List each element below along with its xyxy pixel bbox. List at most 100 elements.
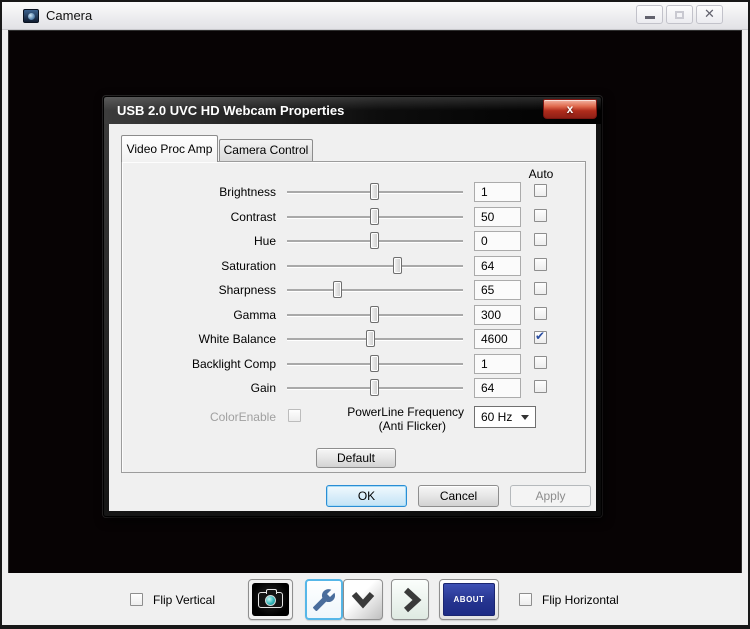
slider[interactable]: [287, 205, 463, 229]
tab-camera-control[interactable]: Camera Control: [219, 139, 313, 162]
slider-thumb[interactable]: [370, 207, 379, 225]
slider-thumb[interactable]: [370, 379, 379, 396]
slider-row: Contrast 50: [122, 205, 585, 229]
close-icon: ✕: [704, 7, 715, 22]
slider-thumb[interactable]: [392, 256, 402, 274]
window-title: Camera: [46, 8, 93, 23]
video-proc-amp-pane: Auto Brightness 1 Contrast 50 Hue 0 Satu…: [121, 161, 586, 473]
slider-thumb[interactable]: [370, 183, 379, 200]
default-button[interactable]: Default: [316, 448, 396, 468]
slider-label: Gain: [250, 381, 276, 395]
auto-checkbox[interactable]: [534, 282, 547, 295]
auto-checkbox[interactable]: [534, 208, 547, 222]
dropdown-arrow-icon: [521, 415, 529, 420]
dialog-title: USB 2.0 UVC HD Webcam Properties: [117, 103, 345, 118]
slider-row: Gamma 300: [122, 303, 585, 327]
snapshot-button[interactable]: [248, 579, 293, 620]
flip-vertical-checkbox[interactable]: [130, 593, 143, 606]
maximize-button[interactable]: [666, 5, 693, 24]
dialog-titlebar: USB 2.0 UVC HD Webcam Properties: [104, 97, 601, 124]
slider-label: Sharpness: [218, 283, 276, 297]
powerline-frequency-label: PowerLine Frequency (Anti Flicker): [347, 405, 464, 433]
slider[interactable]: [287, 303, 463, 327]
slider-row: Saturation 64: [122, 254, 585, 278]
auto-column-header: Auto: [528, 167, 554, 181]
auto-checkbox[interactable]: [534, 355, 547, 369]
slider-thumb[interactable]: [333, 281, 343, 298]
slider[interactable]: [287, 376, 463, 400]
color-enable-label: ColorEnable: [209, 410, 276, 424]
slider-value-input[interactable]: 0: [474, 231, 521, 251]
slider-track: [287, 264, 463, 267]
auto-checkbox[interactable]: [534, 329, 547, 344]
webcam-properties-dialog: USB 2.0 UVC HD Webcam Properties x Video…: [103, 96, 602, 517]
slider-value-input[interactable]: 300: [474, 304, 521, 325]
about-button-label: ABOUT: [443, 583, 495, 616]
chevron-down-icon: [351, 591, 375, 608]
auto-checkbox[interactable]: [534, 233, 547, 246]
window-controls: ✕: [636, 5, 723, 24]
cancel-button[interactable]: Cancel: [418, 485, 499, 507]
camera-icon: [252, 583, 289, 616]
slider-value-input[interactable]: 65: [474, 280, 521, 300]
slider-thumb[interactable]: [366, 330, 376, 347]
slider[interactable]: [287, 352, 463, 376]
slider-row: Backlight Comp 1: [122, 352, 585, 376]
slider-row: Hue 0: [122, 229, 585, 253]
flip-vertical-label: Flip Vertical: [153, 593, 216, 607]
slider-label: Saturation: [221, 258, 276, 273]
dialog-content: Video Proc Amp Camera Control Auto Brigh…: [109, 124, 596, 511]
slider[interactable]: [287, 278, 463, 302]
chevron-right-icon: [403, 587, 422, 612]
slider-row: Sharpness 65: [122, 278, 585, 302]
minimize-icon: [644, 16, 655, 19]
auto-checkbox[interactable]: [534, 380, 547, 393]
auto-checkbox[interactable]: [534, 306, 547, 320]
flip-horizontal-checkbox[interactable]: [519, 593, 532, 606]
bottom-toolbar: Flip Vertical ABOUT Flip Horizontal: [2, 573, 748, 625]
slider-label: White Balance: [198, 332, 276, 346]
about-button[interactable]: ABOUT: [439, 579, 499, 620]
slider-label: Gamma: [233, 307, 276, 322]
ok-button[interactable]: OK: [326, 485, 407, 507]
maximize-icon: [675, 10, 684, 19]
flip-horizontal-label: Flip Horizontal: [542, 593, 619, 607]
powerline-frequency-value: 60 Hz: [481, 410, 513, 424]
slider-value-input[interactable]: 1: [474, 182, 521, 202]
slider-track: [287, 289, 463, 291]
window-titlebar: Camera ✕: [2, 2, 748, 30]
slider-value-input[interactable]: 64: [474, 255, 521, 276]
powerline-frequency-dropdown[interactable]: 60 Hz: [474, 406, 536, 428]
slider-row: White Balance 4600: [122, 327, 585, 351]
app-window: Camera ✕ Flip Vertical ABOUT Flip Horizo…: [0, 0, 750, 629]
slider-label: Backlight Comp: [191, 356, 276, 371]
slider-label: Hue: [253, 234, 276, 248]
minimize-button[interactable]: [636, 5, 663, 24]
slider-thumb[interactable]: [370, 305, 379, 323]
slider-label: Contrast: [230, 209, 276, 224]
slider-row: Brightness 1: [122, 180, 585, 204]
slider-value-input[interactable]: 50: [474, 206, 521, 227]
slider-value-input[interactable]: 4600: [474, 329, 521, 349]
slider-thumb[interactable]: [370, 354, 379, 372]
camera-app-icon: [23, 8, 39, 23]
expand-button[interactable]: [343, 579, 383, 620]
wrench-icon: [313, 588, 336, 611]
slider[interactable]: [287, 327, 463, 351]
auto-checkbox[interactable]: [534, 184, 547, 197]
color-enable-checkbox[interactable]: [288, 409, 301, 422]
dialog-close-button[interactable]: x: [543, 99, 597, 119]
slider[interactable]: [287, 180, 463, 204]
tab-video-proc-amp[interactable]: Video Proc Amp: [121, 135, 218, 162]
slider-value-input[interactable]: 1: [474, 353, 521, 374]
slider-label: Brightness: [219, 185, 276, 199]
slider[interactable]: [287, 254, 463, 278]
slider-thumb[interactable]: [370, 232, 379, 249]
auto-checkbox[interactable]: [534, 257, 547, 271]
start-button[interactable]: [391, 579, 429, 620]
close-button[interactable]: ✕: [696, 5, 723, 24]
slider[interactable]: [287, 229, 463, 253]
slider-row: Gain 64: [122, 376, 585, 400]
settings-button[interactable]: [305, 579, 343, 620]
slider-value-input[interactable]: 64: [474, 378, 521, 398]
